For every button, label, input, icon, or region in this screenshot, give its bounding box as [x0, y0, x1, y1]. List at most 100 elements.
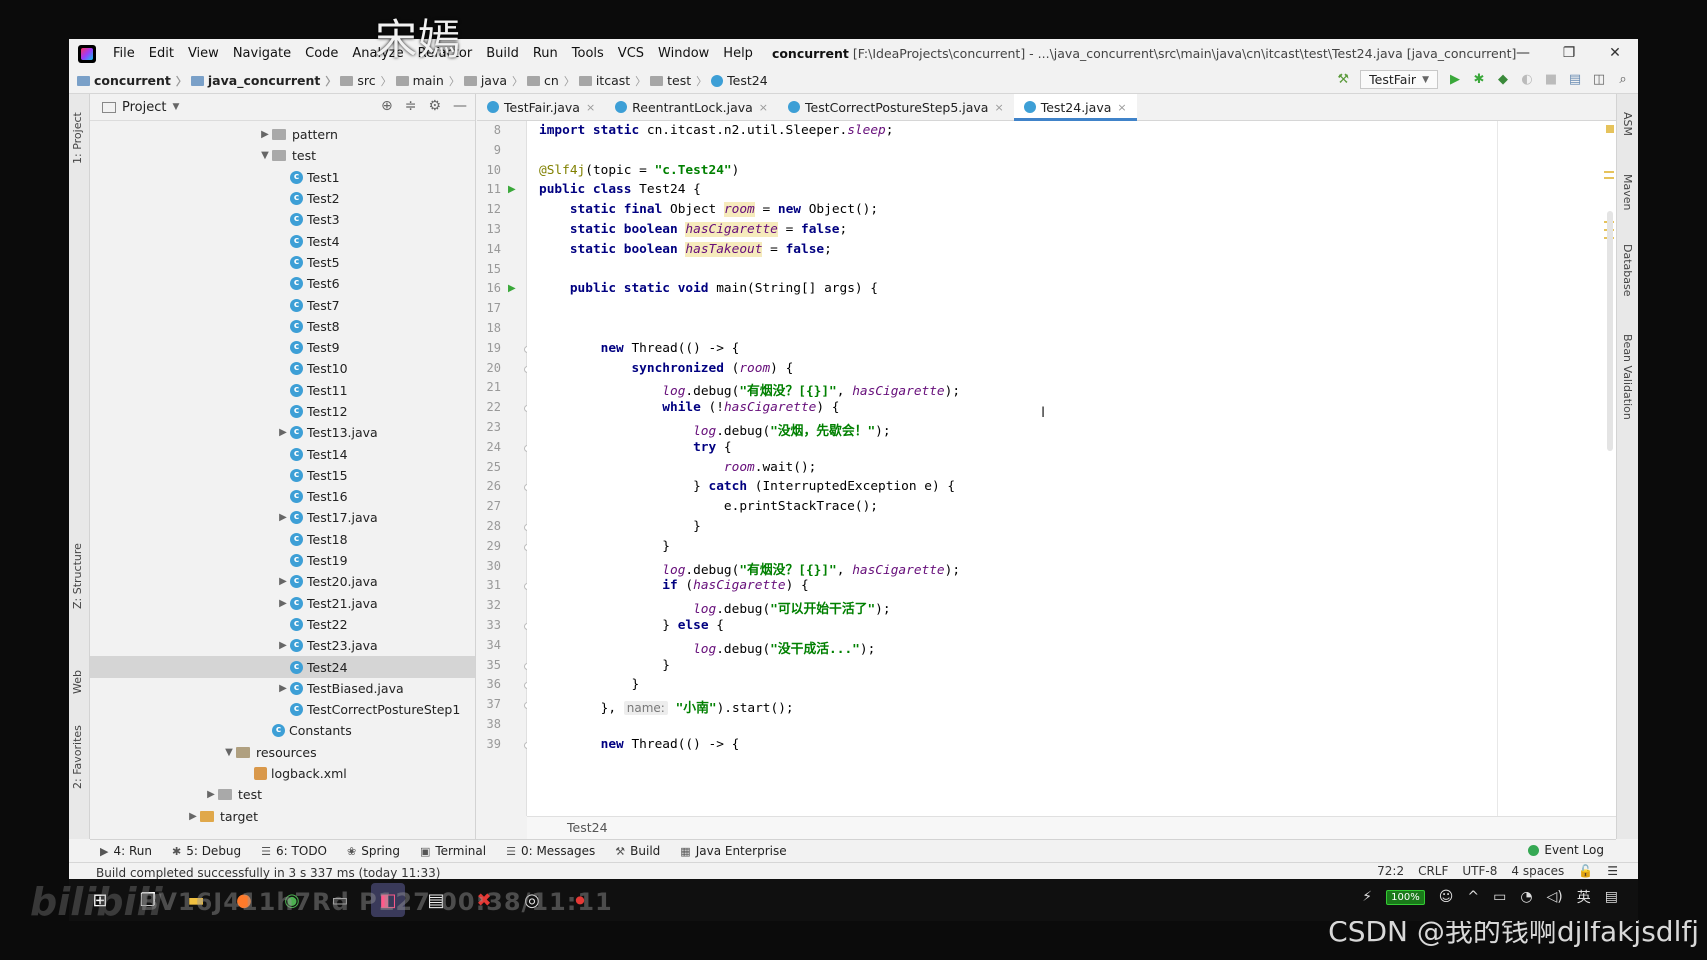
tool-window-build[interactable]: ⚒ Build — [615, 844, 660, 858]
close-button[interactable]: ✕ — [1592, 39, 1638, 68]
chevron-down-icon[interactable]: ▼ — [222, 747, 236, 758]
tool-window-java-enterprise[interactable]: ▦ Java Enterprise — [680, 844, 786, 858]
tree-item[interactable]: ▼ test — [90, 145, 475, 166]
lock-icon[interactable]: 🔓 — [1578, 864, 1593, 878]
breadcrumb-item-src[interactable]: src 〉 — [340, 73, 392, 89]
tree-item[interactable]: c Test10 — [90, 358, 475, 379]
wifi-icon[interactable]: ◔ — [1520, 889, 1532, 905]
menu-item-window[interactable]: Window — [651, 46, 716, 61]
project-title[interactable]: Project — [122, 100, 166, 115]
chevron-right-icon[interactable]: ▶ — [258, 129, 272, 140]
locate-icon[interactable]: ⊕ — [381, 98, 393, 114]
tree-item[interactable]: ▶ target — [90, 806, 475, 827]
run-gutter-icon[interactable]: ▶ — [508, 184, 516, 195]
build-hammer-icon[interactable]: ⚒ — [1336, 72, 1350, 87]
tree-item[interactable]: c Test9 — [90, 337, 475, 358]
menu-item-run[interactable]: Run — [526, 46, 565, 61]
menu-item-navigate[interactable]: Navigate — [226, 46, 298, 61]
editor-tab[interactable]: ReentrantLock.java × — [605, 94, 778, 120]
restore-button[interactable]: ❐ — [1546, 39, 1592, 68]
tree-item[interactable]: c Test22 — [90, 614, 475, 635]
menu-item-edit[interactable]: Edit — [142, 46, 181, 61]
network-icon[interactable]: ▭ — [1493, 889, 1506, 905]
chevron-right-icon[interactable]: ▶ — [276, 640, 290, 651]
minimize-button[interactable]: — — [1500, 39, 1546, 68]
file-encoding[interactable]: UTF-8 — [1462, 864, 1497, 878]
editor-breadcrumb[interactable]: Test24 — [527, 816, 1616, 839]
stop-icon[interactable]: ■ — [1544, 72, 1558, 87]
stripe-asm[interactable]: ASM — [1621, 112, 1634, 136]
chevron-right-icon[interactable]: ▶ — [186, 811, 200, 822]
tree-item[interactable]: c Test16 — [90, 486, 475, 507]
run-config-select[interactable]: TestFair ▼ — [1360, 70, 1438, 89]
breadcrumb-item-concurrent[interactable]: concurrent 〉 — [77, 73, 187, 89]
tree-item[interactable]: ▶ c Test23.java — [90, 635, 475, 656]
menu-item-tools[interactable]: Tools — [565, 46, 611, 61]
collapse-icon[interactable]: ≑ — [405, 98, 417, 114]
tree-item[interactable]: c Test6 — [90, 273, 475, 294]
close-icon[interactable]: × — [759, 101, 768, 114]
stripe-maven[interactable]: Maven — [1621, 174, 1634, 210]
stripe-database[interactable]: Database — [1621, 244, 1634, 297]
status-message[interactable]: Build completed successfully in 3 s 337 … — [96, 866, 440, 880]
error-stripe[interactable] — [1602, 121, 1616, 816]
close-icon[interactable]: × — [1117, 101, 1126, 114]
tree-item[interactable]: c Test2 — [90, 188, 475, 209]
gear-icon[interactable]: ⚙ — [428, 98, 441, 114]
structure-icon[interactable]: ▤ — [1568, 72, 1582, 87]
stripe-structure[interactable]: Z: Structure — [71, 543, 84, 609]
tool-window-terminal[interactable]: ▣ Terminal — [420, 844, 486, 858]
tree-item[interactable]: c Test19 — [90, 550, 475, 571]
tree-item[interactable]: c Test18 — [90, 529, 475, 550]
debug-icon[interactable]: ✱ — [1472, 72, 1486, 87]
menu-item-help[interactable]: Help — [716, 46, 760, 61]
tree-item[interactable]: c Test4 — [90, 230, 475, 251]
tree-item[interactable]: c Test1 — [90, 167, 475, 188]
event-log-button[interactable]: Event Log — [1528, 843, 1604, 857]
editor-tab[interactable]: TestFair.java × — [477, 94, 605, 120]
tree-item[interactable]: c Test12 — [90, 401, 475, 422]
breadcrumb-item-java[interactable]: java 〉 — [463, 73, 523, 89]
tree-item[interactable]: c Test11 — [90, 380, 475, 401]
chevron-right-icon[interactable]: ▶ — [276, 598, 290, 609]
breadcrumb-item-test[interactable]: test 〉 — [650, 73, 707, 89]
breadcrumb-item-itcast[interactable]: itcast 〉 — [578, 73, 646, 89]
tree-item[interactable]: ▶ c Test20.java — [90, 571, 475, 592]
chevron-right-icon[interactable]: ▶ — [276, 512, 290, 523]
stripe-web[interactable]: Web — [71, 670, 84, 694]
notification-icon[interactable]: ▤ — [1605, 889, 1618, 905]
tree-item[interactable]: logback.xml — [90, 763, 475, 784]
hide-icon[interactable]: — — [453, 98, 467, 114]
chevron-right-icon[interactable]: ▶ — [276, 576, 290, 587]
stripe-favorites[interactable]: 2: Favorites — [71, 725, 84, 789]
ime-indicator[interactable]: 英 — [1577, 887, 1591, 907]
tool-window-messages[interactable]: ☰ 0: Messages — [506, 844, 595, 858]
chevron-up-icon[interactable]: ^ — [1467, 889, 1479, 905]
menu-item-vcs[interactable]: VCS — [611, 46, 651, 61]
layout-icon[interactable]: ◫ — [1592, 72, 1606, 87]
tree-item[interactable]: ▶ c Test17.java — [90, 507, 475, 528]
menu-item-view[interactable]: View — [181, 46, 226, 61]
chevron-right-icon[interactable]: ▶ — [204, 789, 218, 800]
coverage-icon[interactable]: ◆ — [1496, 72, 1510, 87]
run-icon[interactable]: ▶ — [1448, 72, 1462, 87]
editor-tab[interactable]: TestCorrectPostureStep5.java × — [778, 94, 1014, 120]
line-separator[interactable]: CRLF — [1418, 864, 1448, 878]
tree-item[interactable]: ▶ pattern — [90, 124, 475, 145]
volume-icon[interactable]: ◁) — [1547, 889, 1563, 905]
tree-item[interactable]: ▶ test — [90, 784, 475, 805]
memory-icon[interactable]: ☰ — [1607, 864, 1618, 878]
chevron-right-icon[interactable]: ▶ — [276, 427, 290, 438]
tool-window-run[interactable]: ▶ 4: Run — [100, 844, 152, 858]
people-icon[interactable]: ☺ — [1439, 889, 1454, 905]
tree-item[interactable]: c Constants — [90, 720, 475, 741]
tree-item[interactable]: c Test7 — [90, 294, 475, 315]
stripe-project[interactable]: 1: Project — [71, 112, 84, 164]
tree-item[interactable]: ▼ resources — [90, 742, 475, 763]
close-icon[interactable]: × — [586, 101, 595, 114]
code-editor[interactable]: I import static cn.itcast.n2.util.Sleepe… — [527, 121, 1616, 816]
tree-item[interactable]: c Test15 — [90, 465, 475, 486]
breadcrumb-item-cn[interactable]: cn 〉 — [527, 73, 575, 89]
tree-item[interactable]: c Test14 — [90, 443, 475, 464]
menu-item-build[interactable]: Build — [479, 46, 526, 61]
